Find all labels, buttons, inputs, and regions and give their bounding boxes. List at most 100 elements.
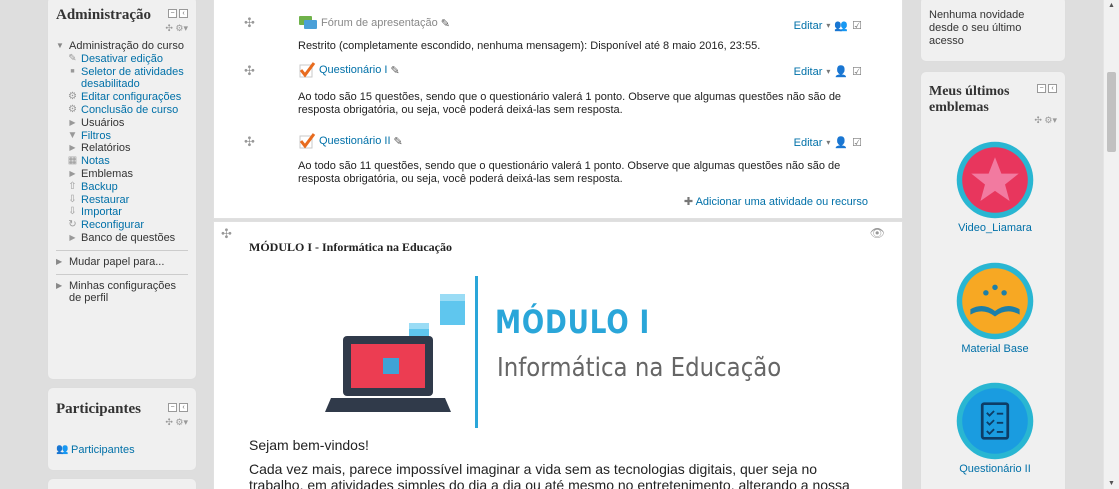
filter-icon: ▼ — [67, 129, 78, 141]
scroll-up-icon[interactable]: ▲ — [1108, 2, 1115, 9]
triangle-right-icon: ▶ — [69, 232, 76, 242]
participants-link[interactable]: 👥 Participantes — [56, 444, 188, 456]
book-icon — [956, 262, 1034, 340]
course-admin-node[interactable]: ▼ Administração do curso — [56, 40, 188, 53]
bullet-icon: ■ — [70, 67, 75, 75]
activity-link[interactable]: Fórum de apresentação — [321, 17, 438, 29]
quiz-icon — [299, 133, 316, 149]
add-activity-link[interactable]: ✚ Adicionar uma atividade ou recurso — [684, 195, 868, 208]
users-icon: 👥 — [56, 444, 69, 455]
admin-item-desativar[interactable]: ✎ Desativar edição — [67, 53, 188, 66]
edit-menu[interactable]: Editar — [794, 66, 823, 78]
news-text: Nenhuma novidade desde o seu último aces… — [929, 9, 1025, 47]
caret-down-icon: ▾ — [826, 21, 831, 30]
edit-title-icon[interactable]: ✎ — [390, 64, 399, 77]
admin-item-conclusao[interactable]: ⚙ Conclusão de curso — [67, 104, 188, 117]
dock-icon[interactable]: − — [168, 9, 177, 18]
badge-name: Material Base — [961, 343, 1029, 355]
section-move-icon[interactable]: ✣ — [221, 226, 232, 242]
badges-block-title: Meus últimos emblemas — [929, 84, 1010, 115]
completion-icon[interactable]: ☑ — [852, 19, 862, 32]
move-icon[interactable]: ✣ — [244, 15, 255, 31]
admin-item-reconfigurar[interactable]: ↻ Reconfigurar — [67, 219, 188, 232]
triangle-down-icon: ▼ — [56, 41, 64, 50]
divider — [56, 273, 188, 275]
user-icon[interactable]: 👤 — [834, 136, 848, 149]
activity-link[interactable]: Questionário I — [319, 64, 387, 76]
module-intro-paragraph: Cada vez mais, parece impossível imagina… — [249, 461, 850, 489]
admin-tree: ▼ Administração do curso ✎ Desativar ediç… — [56, 40, 188, 305]
admin-item-editar[interactable]: ⚙ Editar configurações — [67, 91, 188, 104]
completion-icon[interactable]: ☑ — [852, 65, 862, 78]
completion-icon[interactable]: ☑ — [852, 136, 862, 149]
course-admin-label: Administração do curso — [69, 40, 184, 52]
badge-name: Questionário II — [959, 463, 1031, 475]
edit-menu[interactable]: Editar — [794, 20, 823, 32]
badge-video-liamara[interactable]: Video_Liamara — [950, 139, 1040, 234]
block-actions-icon[interactable]: ✣ ⚙▾ — [921, 115, 1065, 126]
admin-item-notas[interactable]: ▦ Notas — [67, 155, 188, 168]
triangle-right-icon: ▶ — [56, 256, 63, 266]
grades-icon: ▦ — [67, 155, 78, 167]
triangle-right-icon: ▶ — [69, 117, 76, 127]
edit-title-icon[interactable]: ✎ — [441, 17, 450, 30]
gear-icon: ⚙ — [68, 91, 77, 103]
triangle-right-icon: ▶ — [69, 143, 76, 153]
banner-title: MÓDULO I — [495, 303, 651, 341]
user-icon[interactable]: 👤 — [834, 65, 848, 78]
eye-icon[interactable]: 👁 — [870, 226, 885, 240]
triangle-right-icon: ▶ — [69, 168, 76, 178]
activity-description: Ao todo são 15 questões, sendo que o que… — [298, 91, 842, 116]
badge-questionario-ii[interactable]: Questionário II — [950, 380, 1040, 475]
admin-item-emblemas[interactable]: ▶ Emblemas — [67, 168, 188, 181]
edit-menu[interactable]: Editar — [794, 137, 823, 149]
gear-icon: ⚙ — [68, 103, 77, 115]
dock-icon[interactable]: − — [1037, 84, 1046, 93]
block-controls: − ‹ — [1037, 84, 1057, 93]
refresh-icon: ↻ — [68, 219, 77, 231]
badge-name: Video_Liamara — [958, 222, 1032, 234]
scrollbar-thumb[interactable] — [1107, 72, 1116, 152]
admin-item-banco[interactable]: ▶ Banco de questões — [67, 232, 188, 245]
star-icon — [956, 141, 1034, 219]
admin-item-restaurar[interactable]: ⇩ Restaurar — [67, 194, 188, 207]
news-block: Nenhuma novidade desde o seu último aces… — [920, 0, 1066, 62]
admin-item-filtros[interactable]: ▼ Filtros — [67, 130, 188, 143]
pencil-icon: ✎ — [68, 52, 77, 64]
dock-icon[interactable]: − — [168, 403, 177, 412]
activity-description: Restrito (completamente escondido, nenhu… — [298, 40, 761, 52]
activity-link[interactable]: Questionário II — [319, 135, 391, 147]
collapse-icon[interactable]: ‹ — [179, 9, 188, 18]
move-icon[interactable]: ✣ — [244, 63, 255, 79]
edit-title-icon[interactable]: ✎ — [394, 135, 403, 148]
switch-role-node[interactable]: ▶ Mudar papel para... — [56, 256, 188, 269]
profile-settings-node[interactable]: ▶ Minhas configurações de perfil — [56, 280, 188, 306]
divider — [56, 249, 188, 251]
module-banner-illustration — [325, 294, 465, 412]
banner-subtitle: Informática na Educação — [497, 353, 782, 383]
collapse-icon[interactable]: ‹ — [179, 403, 188, 412]
collapse-icon[interactable]: ‹ — [1048, 84, 1057, 93]
forum-icon — [299, 16, 317, 29]
upload-icon: ⇧ — [68, 180, 77, 192]
move-icon[interactable]: ✣ — [244, 134, 255, 150]
admin-item-importar[interactable]: ⇩ Importar — [67, 206, 188, 219]
download-icon: ⇩ — [68, 193, 77, 205]
admin-item-backup[interactable]: ⇧ Backup — [67, 181, 188, 194]
activity-description: Ao todo são 11 questões, sendo que o que… — [298, 160, 841, 185]
block-controls: − ‹ — [168, 403, 188, 412]
section-top: ✣ Fórum de apresentação ✎ Editar ▾ 👥 ☑ Re… — [213, 0, 903, 219]
badge-material-base[interactable]: Material Base — [950, 260, 1040, 355]
admin-item-usuarios[interactable]: ▶ Usuários — [67, 117, 188, 130]
block-actions-icon[interactable]: ✣ ⚙▾ — [56, 417, 188, 428]
scroll-down-icon[interactable]: ▼ — [1108, 480, 1115, 487]
module-title: MÓDULO I - Informática na Educação — [249, 240, 452, 254]
admin-item-seletor[interactable]: ■ Seletor de atividades desabilitado — [67, 66, 188, 92]
block-controls: − ‹ — [168, 9, 188, 18]
block-actions-icon[interactable]: ✣ ⚙▾ — [56, 23, 188, 34]
admin-item-relatorios[interactable]: ▶ Relatórios — [67, 142, 188, 155]
caret-down-icon: ▾ — [826, 67, 831, 76]
group-mode-icon[interactable]: 👥 — [834, 19, 848, 32]
download-icon: ⇩ — [68, 206, 77, 218]
page-scrollbar[interactable]: ▲ ▼ — [1103, 0, 1119, 489]
